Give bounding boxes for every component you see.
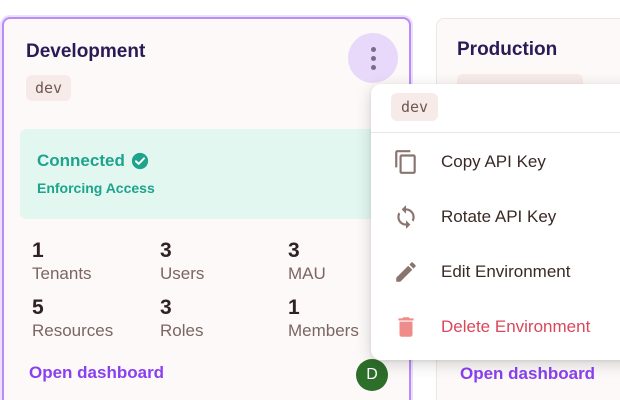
copy-icon — [395, 150, 416, 174]
menu-environment-key-badge: dev — [391, 93, 439, 121]
menu-item-label: Delete Environment — [441, 317, 591, 336]
stat-resources: 5 Resources — [32, 296, 113, 342]
environment-actions-menu: dev Copy API Key Rotate API Key Edit Env… — [371, 84, 620, 360]
stat-value: 1 — [288, 296, 300, 319]
edit-environment-item[interactable]: Edit Environment — [371, 247, 620, 297]
stat-value: 1 — [32, 239, 44, 262]
stat-roles: 3 Roles — [160, 296, 203, 342]
stat-users: 3 Users — [160, 239, 204, 285]
kebab-dot — [370, 46, 376, 52]
stat-mau: 3 MAU — [288, 239, 326, 285]
stat-value: 3 — [160, 296, 172, 319]
connection-status-label: Connected — [37, 151, 125, 170]
open-dashboard-link[interactable]: Open dashboard — [460, 364, 595, 384]
connection-status: Connected — [37, 151, 149, 171]
trash-icon — [398, 317, 414, 337]
stat-label: MAU — [288, 264, 326, 283]
stat-label: Users — [160, 264, 205, 283]
environment-title: Development — [26, 41, 146, 62]
stat-label: Resources — [32, 321, 114, 340]
copy-api-key-item[interactable]: Copy API Key — [371, 137, 620, 187]
enforcement-status: Enforcing Access — [37, 180, 155, 196]
menu-item-label: Edit Environment — [441, 262, 571, 281]
stat-label: Members — [288, 321, 359, 340]
menu-item-label: Rotate API Key — [441, 207, 557, 226]
stat-value: 3 — [288, 239, 300, 262]
check-circle-icon — [131, 152, 148, 170]
stat-value: 3 — [160, 239, 172, 262]
environment-card-development[interactable]: Development dev Connected Enforcing Acce… — [2, 17, 411, 400]
stat-members: 1 Members — [288, 296, 359, 342]
open-dashboard-link[interactable]: Open dashboard — [29, 363, 164, 383]
kebab-dot — [370, 64, 376, 70]
member-avatar[interactable]: D — [356, 359, 388, 391]
environment-title: Production — [457, 39, 558, 60]
stat-tenants: 1 Tenants — [32, 239, 92, 285]
delete-environment-item[interactable]: Delete Environment — [371, 302, 620, 352]
stat-label: Tenants — [32, 264, 92, 283]
pencil-icon — [396, 262, 416, 282]
rotate-icon — [397, 205, 415, 229]
rotate-api-key-item[interactable]: Rotate API Key — [371, 192, 620, 242]
menu-item-label: Copy API Key — [441, 152, 546, 171]
more-options-button[interactable] — [348, 33, 398, 83]
stat-value: 5 — [32, 296, 44, 319]
kebab-dot — [370, 55, 376, 61]
menu-divider — [371, 132, 620, 133]
connection-status-box: Connected Enforcing Access — [20, 129, 400, 219]
stat-label: Roles — [160, 321, 204, 340]
environment-key-badge: dev — [26, 75, 72, 101]
